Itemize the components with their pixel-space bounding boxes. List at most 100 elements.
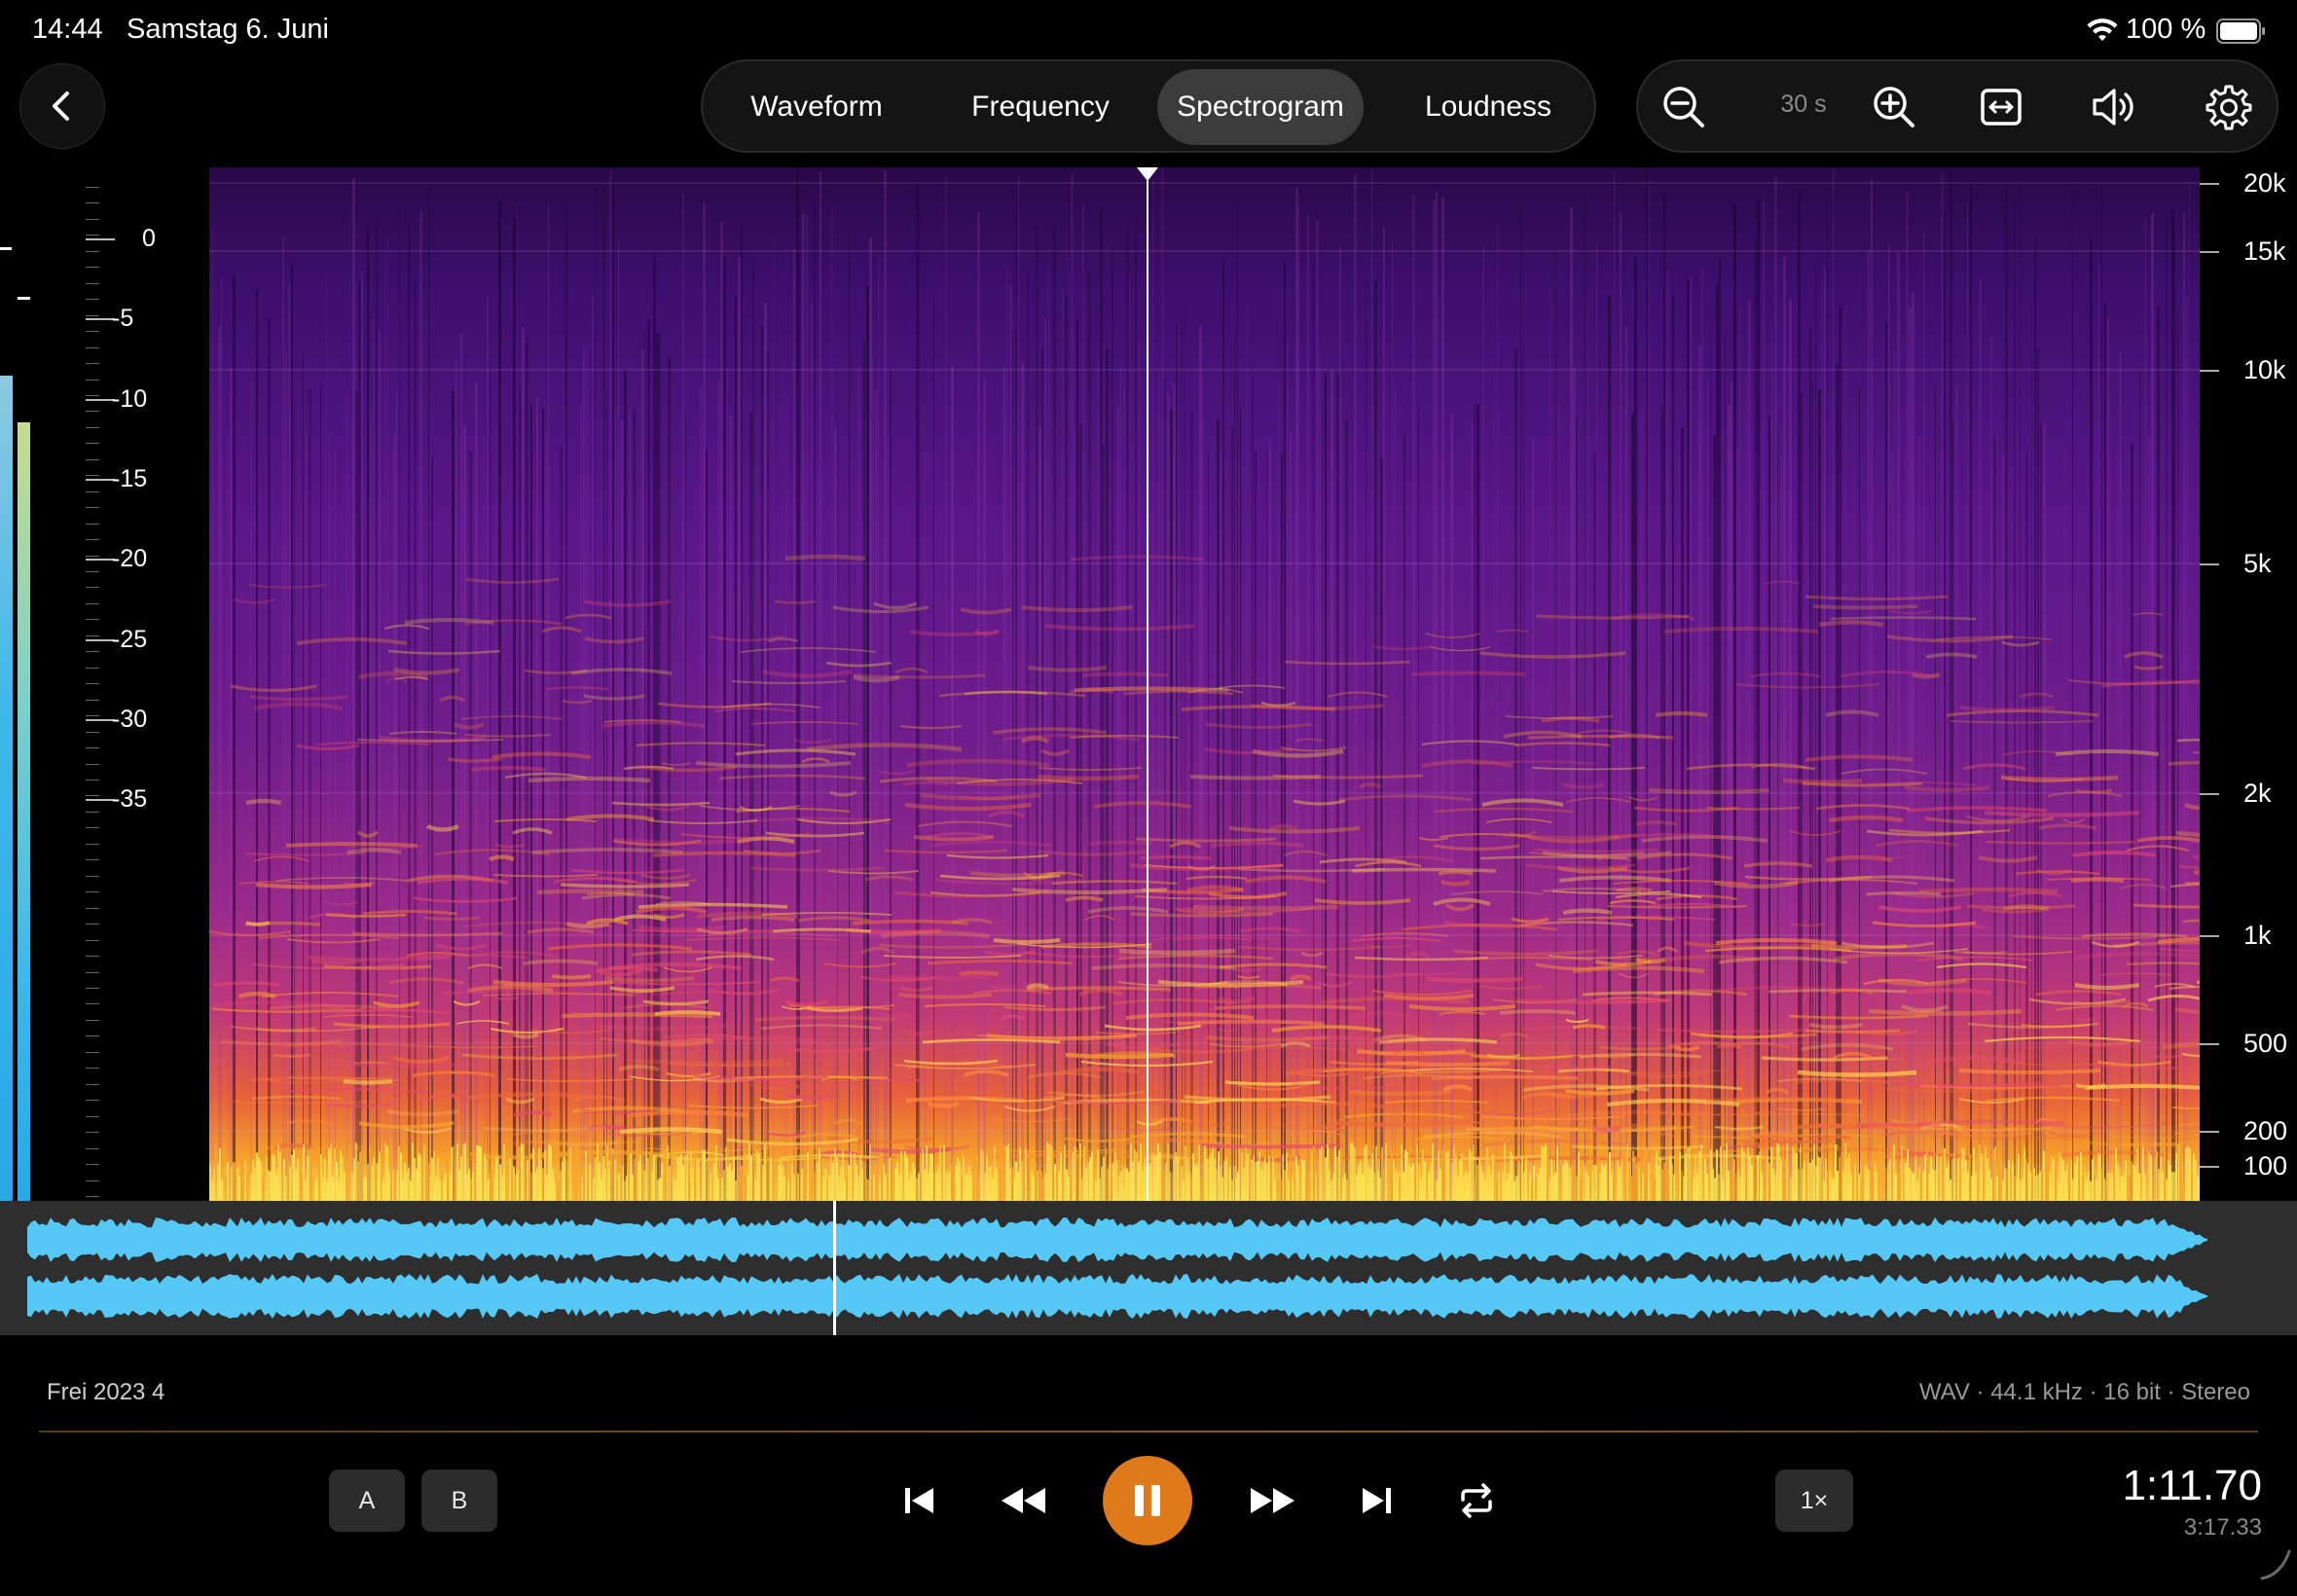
spectrogram-bass xyxy=(2121,1176,2123,1201)
playhead[interactable] xyxy=(1147,167,1148,1201)
playback-speed-button[interactable]: 1× xyxy=(1775,1469,1853,1532)
spectrogram-bass xyxy=(721,1178,723,1201)
pause-button[interactable] xyxy=(1103,1456,1192,1545)
spectrogram-harmonic xyxy=(245,798,282,806)
spectrogram-bass xyxy=(573,1154,575,1201)
spectrogram-column xyxy=(1620,213,1622,1201)
spectrogram-bass xyxy=(521,1143,523,1201)
spectrogram-column xyxy=(749,413,752,1201)
spectrogram-bass xyxy=(256,1152,258,1201)
spectrogram-bass xyxy=(922,1148,924,1201)
spectrogram-bass xyxy=(931,1154,933,1201)
spectrogram-bass xyxy=(262,1177,264,1201)
spectrogram-bass xyxy=(766,1144,768,1201)
zoom-in-button[interactable] xyxy=(1868,81,1920,133)
spectrogram-column xyxy=(983,378,986,1201)
spectrogram-bass xyxy=(727,1166,729,1201)
spectrogram-bass xyxy=(2043,1150,2045,1201)
spectrogram-bass xyxy=(735,1180,737,1201)
spectrogram-bass xyxy=(686,1152,688,1201)
spectrogram-column xyxy=(726,369,728,1201)
spectrogram-bass xyxy=(1379,1178,1381,1201)
spectrogram-bass xyxy=(1800,1143,1802,1201)
spectrogram-bass xyxy=(1638,1168,1640,1201)
spectrogram-bass xyxy=(2164,1150,2166,1201)
spectrogram-bass xyxy=(1677,1150,1679,1201)
spectrogram-bass xyxy=(349,1146,351,1201)
volume-button[interactable] xyxy=(2088,81,2140,133)
spectrogram-column xyxy=(872,356,874,1201)
fast-forward-button[interactable] xyxy=(1243,1471,1301,1530)
tab-loudness[interactable]: Loudness xyxy=(1396,69,1581,145)
spectrogram-column xyxy=(1497,219,1498,1201)
spectrogram-bass xyxy=(943,1144,945,1201)
db-label: -35 xyxy=(112,785,148,814)
spectrogram-harmonic xyxy=(1088,840,1153,846)
spectrogram-column xyxy=(545,432,548,1201)
spectrogram-bass xyxy=(2189,1148,2191,1201)
spectrogram-harmonic xyxy=(1818,620,1884,628)
back-button[interactable] xyxy=(19,63,105,149)
spectrogram-bass xyxy=(852,1156,854,1201)
spectrogram-bass xyxy=(1342,1177,1344,1201)
spectrogram-bass xyxy=(2082,1175,2084,1201)
repeat-button[interactable] xyxy=(1447,1471,1506,1530)
tab-spectrogram[interactable]: Spectrogram xyxy=(1157,69,1364,145)
spectrogram-bass xyxy=(2166,1179,2168,1201)
spectrogram-bass xyxy=(1802,1168,1804,1201)
loop-a-button[interactable]: A xyxy=(329,1469,405,1532)
db-minor-tick xyxy=(86,380,99,381)
spectrogram-bass xyxy=(250,1174,252,1201)
spectrogram-harmonic xyxy=(1916,1119,2064,1125)
settings-button[interactable] xyxy=(2203,81,2255,133)
spectrogram-bass xyxy=(289,1166,291,1201)
spectrogram-bass xyxy=(1056,1169,1058,1201)
playhead-marker-icon[interactable] xyxy=(1137,167,1158,181)
spectrogram-bass xyxy=(655,1155,657,1201)
spectrogram-harmonic xyxy=(1865,890,1942,896)
fit-width-button[interactable] xyxy=(1975,81,2027,133)
skip-back-button[interactable] xyxy=(891,1471,949,1530)
spectrogram-bass xyxy=(1920,1158,1922,1201)
spectrogram-bass xyxy=(1414,1166,1416,1201)
spectrogram-view[interactable] xyxy=(209,167,2200,1201)
spectrogram-bass xyxy=(211,1179,213,1201)
spectrogram-bass xyxy=(883,1165,885,1201)
spectrogram-bass xyxy=(1299,1161,1301,1201)
spectrogram-bass xyxy=(647,1157,649,1201)
rewind-button[interactable] xyxy=(995,1471,1053,1530)
spectrogram-bass xyxy=(1533,1165,1535,1201)
skip-forward-button[interactable] xyxy=(1347,1471,1405,1530)
spectrogram-bass xyxy=(669,1165,671,1201)
spectrogram-bass xyxy=(1313,1145,1315,1201)
frequency-label: 20k xyxy=(2243,168,2286,198)
db-minor-tick xyxy=(86,700,99,701)
spectrogram-bass xyxy=(1257,1161,1258,1201)
spectrogram-bass xyxy=(1406,1152,1408,1201)
overview-waveform[interactable] xyxy=(0,1201,2297,1335)
tab-waveform[interactable]: Waveform xyxy=(724,69,909,145)
gear-icon xyxy=(2206,85,2252,130)
spectrogram-bass xyxy=(610,1147,612,1201)
spectrogram-bass xyxy=(258,1157,260,1201)
spectrogram-column xyxy=(1006,268,1007,1201)
spectrogram-bass xyxy=(1714,1178,1716,1201)
spectrogram-bass xyxy=(894,1168,896,1201)
zoom-out-button[interactable] xyxy=(1658,81,1710,133)
frequency-label: 500 xyxy=(2243,1029,2288,1058)
spectrogram-column xyxy=(221,276,222,1201)
db-major-tick xyxy=(86,559,115,562)
spectrogram-bass xyxy=(945,1171,947,1201)
spectrogram-bass xyxy=(639,1155,641,1201)
spectrogram-column xyxy=(1777,425,1778,1201)
spectrogram-bass xyxy=(959,1161,961,1201)
spectrogram-bass xyxy=(1284,1170,1286,1201)
tab-frequency[interactable]: Frequency xyxy=(938,69,1143,145)
spectrogram-bass xyxy=(1519,1164,1521,1201)
spectrogram-bass xyxy=(1560,1163,1562,1201)
overview-position-cursor[interactable] xyxy=(833,1201,836,1335)
spectrogram-bass xyxy=(1977,1163,1979,1201)
spectrogram-bass xyxy=(383,1179,384,1201)
loop-b-button[interactable]: B xyxy=(421,1469,497,1532)
spectrogram-column xyxy=(887,434,890,1201)
